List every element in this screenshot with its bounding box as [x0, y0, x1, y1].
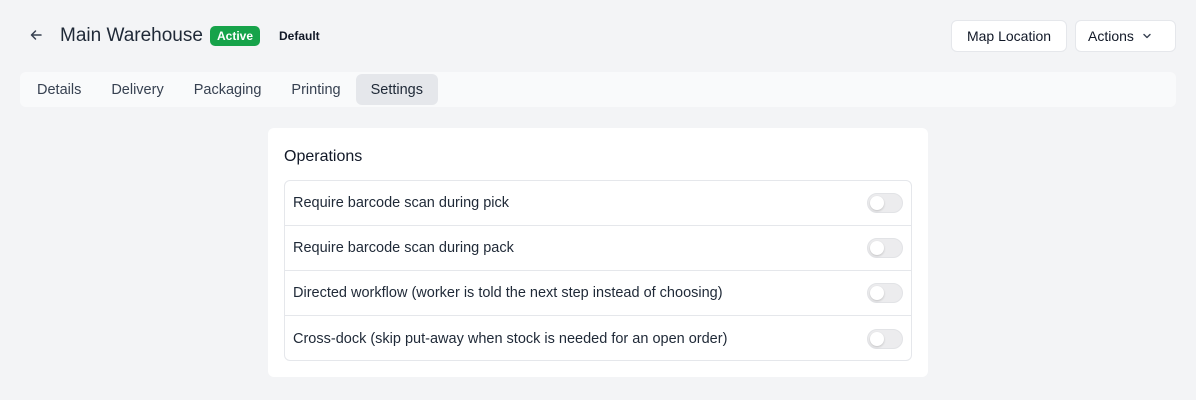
setting-label: Require barcode scan during pick — [293, 195, 510, 211]
tab-printing[interactable]: Printing — [276, 74, 355, 105]
directed-workflow-toggle[interactable] — [867, 283, 903, 303]
default-badge: Default — [279, 29, 320, 43]
operations-title: Operations — [284, 148, 363, 165]
actions-label: Actions — [1088, 28, 1134, 44]
map-location-button[interactable]: Map Location — [951, 20, 1067, 52]
tab-label: Packaging — [193, 81, 262, 98]
toggle-knob — [870, 196, 884, 210]
tab-bar: Details Delivery Packaging Printing Sett… — [20, 72, 1176, 107]
setting-row-barcode-pack: Require barcode scan during pack — [285, 226, 911, 271]
toggle-knob — [870, 286, 884, 300]
setting-row-directed-workflow: Directed workflow (worker is told the ne… — [285, 271, 911, 316]
chevron-down-icon — [1143, 33, 1151, 39]
back-button[interactable] — [26, 25, 46, 45]
actions-button[interactable]: Actions — [1075, 20, 1176, 52]
tab-label: Printing — [291, 81, 341, 98]
tab-label: Settings — [370, 81, 423, 98]
setting-label: Cross-dock (skip put-away when stock is … — [293, 330, 728, 347]
setting-label: Require barcode scan during pack — [293, 240, 514, 256]
barcode-pack-toggle[interactable] — [867, 238, 903, 258]
operations-card: Operations Require barcode scan during p… — [268, 128, 928, 377]
setting-row-cross-dock: Cross-dock (skip put-away when stock is … — [285, 316, 911, 360]
tab-delivery[interactable]: Delivery — [96, 74, 178, 105]
status-badge: Active — [210, 26, 261, 46]
barcode-pick-toggle[interactable] — [867, 193, 903, 213]
page-title: Main Warehouse — [60, 25, 203, 46]
toggle-knob — [870, 331, 884, 346]
arrow-left-icon — [30, 30, 42, 40]
operations-settings-list: Require barcode scan during pick Require… — [284, 180, 912, 361]
setting-row-barcode-pick: Require barcode scan during pick — [285, 181, 911, 226]
tab-packaging[interactable]: Packaging — [179, 74, 277, 105]
tab-label: Details — [37, 81, 82, 98]
page-header: Main Warehouse Active Default Map Locati… — [0, 0, 1196, 72]
tab-settings[interactable]: Settings — [355, 74, 438, 105]
toggle-knob — [870, 241, 884, 255]
tab-label: Delivery — [111, 81, 164, 98]
cross-dock-toggle[interactable] — [867, 328, 903, 349]
map-location-label: Map Location — [966, 28, 1052, 44]
setting-label: Directed workflow (worker is told the ne… — [293, 285, 723, 301]
tab-details[interactable]: Details — [22, 74, 96, 105]
